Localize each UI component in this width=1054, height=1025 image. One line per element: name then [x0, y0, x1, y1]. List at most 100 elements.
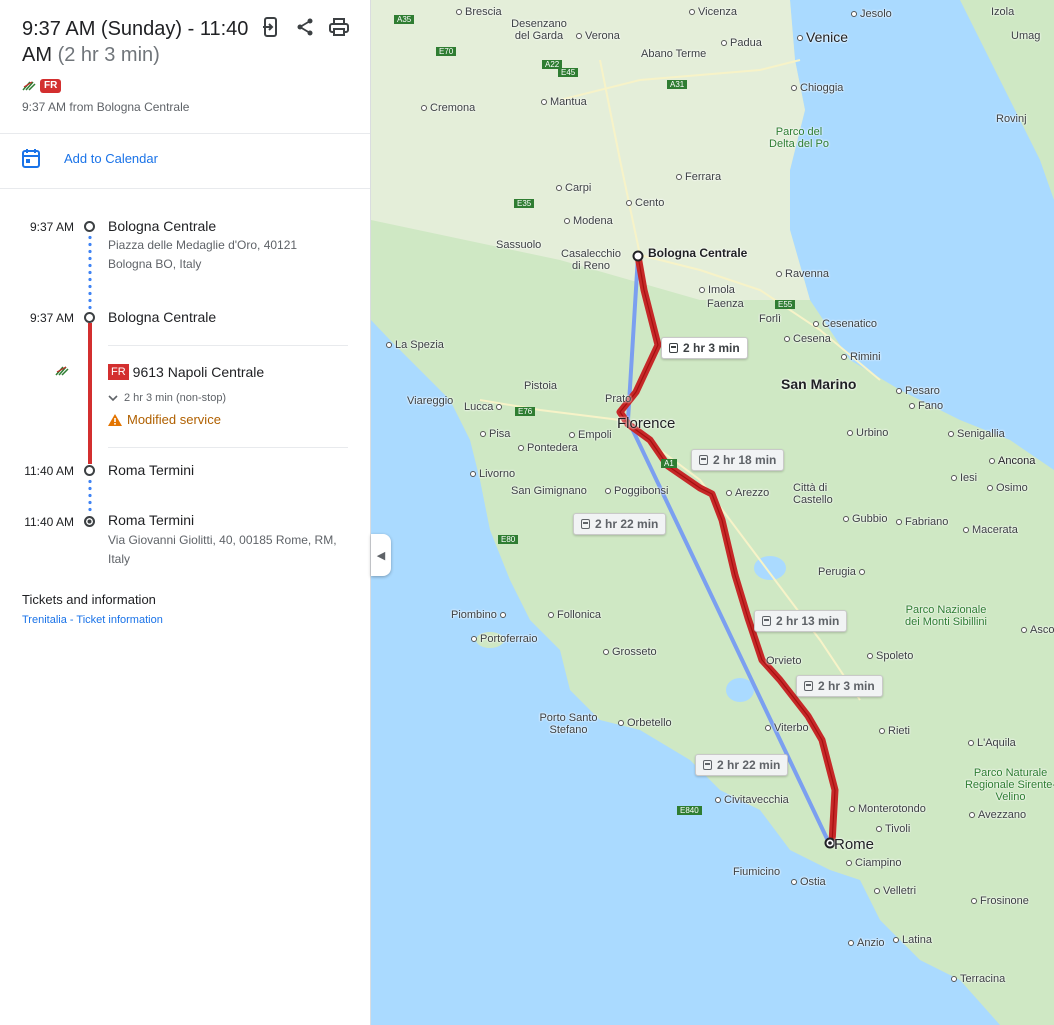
separator [108, 345, 348, 346]
city-label: L'Aquila [968, 737, 1016, 749]
city-label: Viareggio [407, 395, 454, 407]
city-label: Mantua [541, 96, 587, 108]
city-label: Fabriano [896, 516, 948, 528]
city-label: Umag [1011, 30, 1041, 42]
city-label: Jesolo [851, 8, 892, 20]
board-stop-name[interactable]: Bologna Centrale [108, 309, 216, 325]
walk-connector [88, 478, 92, 514]
end-stop-name[interactable]: Roma Termini [108, 512, 194, 528]
city-label: Monterotondo [849, 803, 926, 815]
map-base [371, 0, 1054, 1025]
route-chip-alternative[interactable]: 2 hr 22 min [573, 513, 667, 535]
add-to-calendar-button[interactable]: Add to Calendar [22, 148, 158, 168]
service-notice: Modified service [108, 412, 221, 427]
city-label: Cremona [421, 102, 475, 114]
city-label: Ostia [791, 876, 826, 888]
city-label: Urbino [847, 427, 888, 439]
city-label: Forlì [759, 313, 781, 325]
fr-badge: FR [108, 364, 129, 380]
city-label: Rimini [841, 351, 881, 363]
park-label: Parco Naturale Regionale Sirente-Velino [964, 767, 1054, 803]
map-canvas[interactable]: Brescia Desenzano del Garda Verona Vicen… [371, 0, 1054, 1025]
train-label: 9613 Napoli Centrale [132, 364, 265, 380]
city-label: Porto Santo Stefano [539, 712, 598, 736]
city-label: Orvieto [766, 655, 802, 667]
park-label: Parco del Delta del Po [769, 126, 829, 150]
city-label: San Gimignano [511, 485, 587, 497]
end-address-line1: Via Giovanni Giolitti, 40, 00185 Rome, R… [108, 533, 337, 547]
road-shield: A1 [661, 459, 677, 468]
city-label: Modena [564, 215, 613, 227]
start-time: 9:37 AM [29, 220, 74, 234]
city-label: Casalecchio di Reno [561, 248, 621, 272]
country-label: San Marino [781, 376, 857, 392]
city-label: Cento [626, 197, 664, 209]
chevron-down-icon [108, 394, 118, 401]
station-label[interactable]: Bologna Centrale [648, 246, 747, 260]
city-label: Pontedera [518, 442, 578, 454]
route-chip-alternative[interactable]: 2 hr 18 min [691, 449, 785, 471]
print-icon[interactable] [328, 16, 350, 38]
road-shield: A35 [394, 15, 415, 24]
road-shield: E840 [677, 806, 702, 815]
route-chip-alternative[interactable]: 2 hr 3 min [796, 675, 883, 697]
city-label: Gubbio [843, 513, 887, 525]
train-icon [703, 760, 712, 770]
city-label: Portoferraio [471, 633, 537, 645]
road-shield: E76 [515, 407, 536, 416]
city-label: Rome [834, 836, 875, 853]
park-label: Parco Nazionale dei Monti Sibillini [905, 604, 987, 628]
city-label: Tivoli [876, 823, 910, 835]
trip-summary-title: 9:37 AM (Sunday) - 11:40 AM (2 hr 3 min) [22, 16, 252, 68]
start-address-line2: Bologna BO, Italy [108, 257, 202, 271]
city-label: Ravenna [776, 268, 829, 280]
divider [0, 133, 370, 134]
city-label: Arezzo [726, 487, 769, 499]
city-label: Piombino [451, 609, 509, 621]
ticket-info-link[interactable]: Trenitalia - Ticket information [22, 614, 163, 626]
city-label: Orbetello [618, 717, 672, 729]
city-label: Rieti [879, 725, 910, 737]
start-stop-marker [84, 221, 95, 232]
header-actions [260, 16, 350, 38]
city-label: Ferrara [676, 171, 721, 183]
start-stop-name[interactable]: Bologna Centrale [108, 218, 216, 234]
city-label: Fano [909, 400, 943, 412]
city-label: Pesaro [896, 385, 940, 397]
city-label: Spoleto [867, 650, 913, 662]
train-icon [699, 455, 708, 465]
route-chip-primary[interactable]: 2 hr 3 min [661, 337, 748, 359]
city-label: Vicenza [689, 6, 737, 18]
city-label: Padua [721, 37, 762, 49]
city-label: Fiumicino [733, 866, 781, 878]
city-label: Abano Terme [641, 48, 707, 60]
city-label: Follonica [548, 609, 601, 621]
walk-connector [88, 234, 92, 310]
collapse-panel-button[interactable]: ◀ [371, 534, 391, 576]
add-to-calendar-label: Add to Calendar [64, 150, 158, 166]
city-label: Osimo [987, 482, 1028, 494]
share-icon[interactable] [294, 16, 316, 38]
start-address-line1: Piazza delle Medaglie d'Oro, 40121 [108, 238, 298, 252]
chevron-left-icon: ◀ [376, 549, 386, 562]
city-label: Città di Castello [793, 482, 833, 506]
road-shield: E35 [514, 199, 535, 208]
city-label: Civitavecchia [715, 794, 789, 806]
expand-stops-toggle[interactable]: 2 hr 3 min (non-stop) [108, 392, 226, 404]
send-to-phone-icon[interactable] [260, 16, 282, 38]
train-service[interactable]: FR 9613 Napoli Centrale [108, 364, 264, 380]
end-stop-address: Via Giovanni Giolitti, 40, 00185 Rome, R… [108, 531, 348, 569]
alight-stop-name[interactable]: Roma Termini [108, 462, 194, 478]
city-label: Iesi [951, 472, 977, 484]
route-chip-alternative[interactable]: 2 hr 22 min [695, 754, 789, 776]
calendar-icon [22, 149, 40, 168]
city-label: Pisa [480, 428, 510, 440]
city-label: Lucca [464, 401, 505, 413]
route-chip-alternative[interactable]: 2 hr 13 min [754, 610, 848, 632]
city-label: Ascoli Pi [1021, 624, 1054, 636]
city-label: Sassuolo [496, 239, 542, 251]
city-label: Venice [797, 29, 848, 45]
city-label: Poggibonsi [605, 485, 668, 497]
city-label: Brescia [456, 6, 502, 18]
city-label: Cesena [784, 333, 831, 345]
